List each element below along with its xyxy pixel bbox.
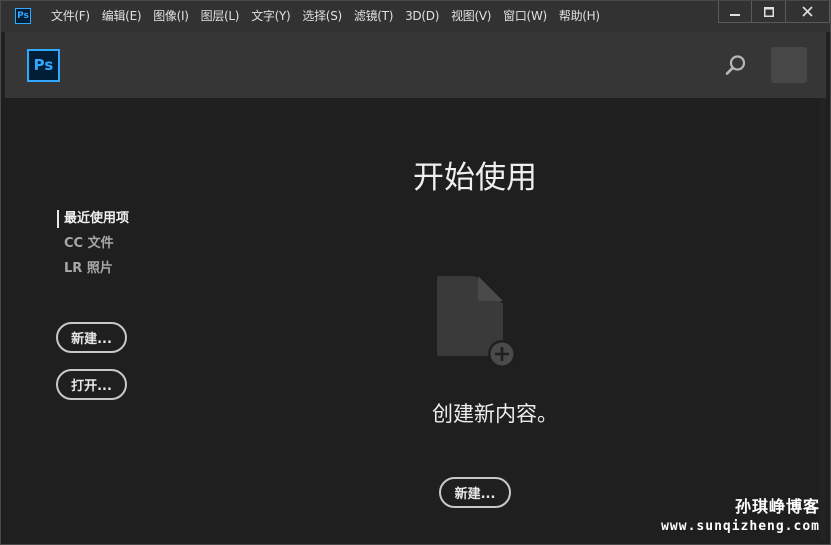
- scrollbar[interactable]: [820, 98, 826, 540]
- menu-image[interactable]: 图像(I): [147, 1, 194, 32]
- create-new-text: 创建新内容。: [432, 402, 558, 426]
- start-workspace: 最近使用项 CC 文件 LR 照片 新建... 打开... 开始使用 创建新内容…: [5, 98, 826, 540]
- window-controls: [718, 1, 830, 25]
- menu-bar: Ps 文件(F) 编辑(E) 图像(I) 图层(L) 文字(Y) 选择(S) 滤…: [1, 1, 830, 32]
- search-button[interactable]: [723, 52, 749, 78]
- sidebar-new-button[interactable]: 新建...: [56, 322, 127, 353]
- nav-recent[interactable]: 最近使用项: [57, 210, 129, 228]
- menu-3d[interactable]: 3D(D): [399, 1, 445, 32]
- watermark-title: 孙琪峥博客: [734, 497, 820, 516]
- menu-type[interactable]: 文字(Y): [245, 1, 296, 32]
- watermark-url: www.sunqizheng.com: [661, 519, 820, 534]
- new-document-icon[interactable]: [435, 274, 517, 369]
- menu-file[interactable]: 文件(F): [45, 1, 96, 32]
- page-title: 开始使用: [413, 160, 537, 196]
- nav-lr-photos[interactable]: LR 照片: [57, 260, 113, 278]
- menu-select[interactable]: 选择(S): [296, 1, 347, 32]
- main-new-button[interactable]: 新建...: [439, 477, 511, 508]
- close-icon: [802, 6, 813, 17]
- app-icon[interactable]: Ps: [15, 8, 31, 24]
- close-button[interactable]: [786, 1, 830, 23]
- main-menu: 文件(F) 编辑(E) 图像(I) 图层(L) 文字(Y) 选择(S) 滤镜(T…: [45, 1, 606, 32]
- minimize-icon: [730, 13, 740, 16]
- menu-help[interactable]: 帮助(H): [553, 1, 606, 32]
- photoshop-window: Ps 文件(F) 编辑(E) 图像(I) 图层(L) 文字(Y) 选择(S) 滤…: [0, 0, 831, 545]
- menu-layer[interactable]: 图层(L): [195, 1, 246, 32]
- home-header: Ps: [5, 32, 826, 98]
- menu-window[interactable]: 窗口(W): [497, 1, 553, 32]
- sidebar-open-button[interactable]: 打开...: [56, 369, 127, 400]
- ps-logo[interactable]: Ps: [27, 49, 60, 82]
- nav-cc-files[interactable]: CC 文件: [57, 235, 114, 253]
- home-sidebar: 最近使用项 CC 文件 LR 照片 新建... 打开...: [5, 98, 205, 540]
- menu-filter[interactable]: 滤镜(T): [348, 1, 399, 32]
- menu-view[interactable]: 视图(V): [445, 1, 497, 32]
- maximize-button[interactable]: [752, 1, 786, 23]
- minimize-button[interactable]: [718, 1, 752, 23]
- maximize-icon: [763, 6, 774, 17]
- search-icon: [725, 55, 746, 75]
- watermark: 孙琪峥博客 www.sunqizheng.com: [661, 493, 820, 534]
- user-avatar[interactable]: [771, 47, 807, 83]
- menu-edit[interactable]: 编辑(E): [96, 1, 147, 32]
